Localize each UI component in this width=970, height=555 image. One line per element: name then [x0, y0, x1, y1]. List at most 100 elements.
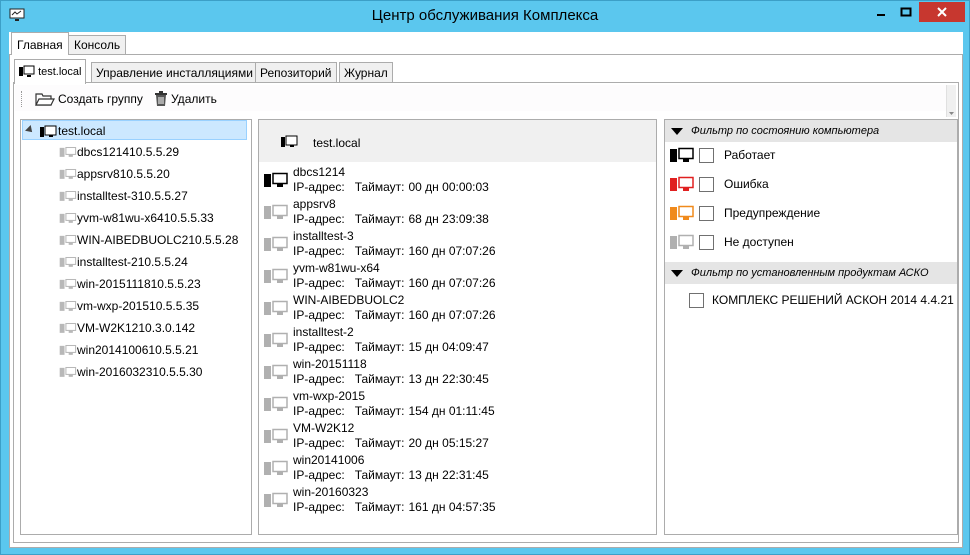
computer-icon [670, 205, 694, 220]
list-item[interactable]: appsrv8 IP-адрес: Таймаут: 68 дн 23:09:38 [259, 196, 656, 228]
tree-item-label: win-2015111810.5.5.23 [77, 277, 201, 291]
scroll-down-icon [949, 112, 954, 115]
list-item[interactable]: win-20151118 IP-адрес: Таймаут: 13 дн 22:30… [259, 356, 656, 388]
computer-name: yvm-w81wu-x64 [293, 261, 380, 275]
minimize-icon [877, 14, 885, 16]
timeout-value: 68 дн 23:09:38 [408, 212, 489, 226]
computer-icon [59, 256, 77, 267]
computer-details: IP-адрес: Таймаут: 68 дн 23:09:38 [293, 212, 489, 226]
tab-main[interactable]: Главная [11, 32, 69, 55]
tree-item-label: vm-wxp-201510.5.5.35 [77, 299, 200, 313]
close-button[interactable] [919, 2, 965, 22]
ip-label: IP-адрес: [293, 340, 345, 354]
timeout-label: Таймаут: [354, 404, 405, 418]
timeout-value: 161 дн 04:57:35 [408, 500, 496, 514]
state-filter-label: Не доступен [724, 235, 794, 249]
timeout-value: 15 дн 04:09:47 [408, 340, 489, 354]
list-item[interactable]: vm-wxp-2015 IP-адрес: Таймаут: 154 дн 01:11… [259, 388, 656, 420]
computer-name: vm-wxp-2015 [293, 389, 366, 403]
computer-icon [59, 322, 77, 333]
trash-icon [155, 91, 167, 106]
tab-console-label: Консоль [74, 38, 121, 52]
list-item[interactable]: installtest-2 IP-адрес: Таймаут: 15 дн 04:0… [259, 324, 656, 356]
timeout-label: Таймаут: [354, 436, 405, 450]
product-filter-label: КОМПЛЕКС РЕШЕНИЙ АСКОН 2014 4.4.21 [712, 293, 954, 307]
group-tree[interactable]: test.local dbcs121410.5.5.29 appsrv810.5.… [20, 119, 252, 535]
tree-item[interactable]: win-2015111810.5.5.23 [59, 274, 201, 294]
tree-item[interactable]: VM-W2K1210.3.0.142 [59, 318, 195, 338]
title-bar[interactable]: Центр обслуживания Комплекса [1, 1, 969, 32]
computer-details: IP-адрес: Таймаут: 154 дн 01:11:45 [293, 404, 495, 418]
list-item[interactable]: win20141006 IP-адрес: Таймаут: 13 дн 22:31:… [259, 452, 656, 484]
toolbar-scrollbar[interactable] [946, 85, 956, 117]
tab-journal[interactable]: Журнал [339, 62, 393, 83]
delete-button[interactable]: Удалить [154, 89, 217, 109]
computer-details: IP-адрес: Таймаут: 15 дн 04:09:47 [293, 340, 489, 354]
product-filter-header[interactable]: Фильтр по установленным продуктам АСКО [665, 262, 957, 284]
tree-expand-arrow-icon[interactable] [25, 125, 35, 135]
tree-item[interactable]: win2014100610.5.5.21 [59, 340, 198, 360]
timeout-value: 160 дн 07:07:26 [408, 308, 496, 322]
tree-item-label: installtest-210.5.5.24 [77, 255, 188, 269]
state-filter-checkbox[interactable] [699, 205, 714, 221]
list-header-label: test.local [313, 136, 361, 150]
tree-item[interactable]: installtest-310.5.5.27 [59, 186, 188, 206]
state-filter-checkbox[interactable] [699, 234, 714, 250]
state-filter-checkbox[interactable] [699, 176, 714, 192]
tree-item[interactable]: dbcs121410.5.5.29 [59, 142, 179, 162]
list-item[interactable]: win-20160323 IP-адрес: Таймаут: 161 дн 04:5… [259, 484, 656, 516]
sub-tab-strip: test.local Управление инсталляциями Репо… [14, 59, 954, 84]
toolbar-grip[interactable] [21, 91, 24, 107]
window-title: Центр обслуживания Комплекса [371, 7, 599, 24]
product-filter-checkbox[interactable] [689, 292, 704, 308]
timeout-label: Таймаут: [354, 308, 405, 322]
ip-label: IP-адрес: [293, 276, 345, 290]
computer-list[interactable]: test.local dbcs1214 IP-адрес: Таймаут: 00 д… [258, 119, 657, 535]
maximize-icon [900, 7, 912, 17]
computer-status-icon [263, 492, 289, 511]
tab-main-label: Главная [17, 38, 63, 52]
tree-item[interactable]: vm-wxp-201510.5.5.35 [59, 296, 199, 316]
maximize-button[interactable] [894, 2, 918, 22]
tree-root-item[interactable]: test.local [22, 120, 247, 140]
minimize-button[interactable] [869, 2, 893, 22]
client-area: Главная Консоль test.local Управление ин… [9, 32, 963, 548]
tree-item[interactable]: WIN-AIBEDBUOLC210.5.5.28 [59, 230, 238, 250]
computer-icon [59, 278, 77, 289]
computer-icon [59, 146, 77, 157]
tree-item[interactable]: yvm-w81wu-x6410.5.5.33 [59, 208, 214, 228]
list-item[interactable]: installtest-3 IP-адрес: Таймаут: 160 дн 07:… [259, 228, 656, 260]
ip-label: IP-адрес: [293, 436, 345, 450]
state-filter-row: Предупреждение [669, 201, 820, 225]
list-header: test.local [259, 120, 656, 162]
tree-item[interactable]: appsrv810.5.5.20 [59, 164, 170, 184]
create-group-button[interactable]: Создать группу [35, 89, 143, 109]
tree-item[interactable]: win-2016032310.5.5.30 [59, 362, 202, 382]
tab-test-local-label: test.local [38, 66, 82, 78]
tab-test-local[interactable]: test.local [14, 59, 87, 84]
computer-status-icon [263, 300, 289, 319]
state-filter-header[interactable]: Фильтр по состоянию компьютера [665, 120, 957, 142]
state-filter-checkbox[interactable] [699, 147, 714, 163]
list-item[interactable]: dbcs1214 IP-адрес: Таймаут: 00 дн 00:00:03 [259, 164, 656, 196]
timeout-label: Таймаут: [354, 244, 405, 258]
ip-label: IP-адрес: [293, 308, 345, 322]
tree-item[interactable]: installtest-210.5.5.24 [59, 252, 188, 272]
list-item[interactable]: VM-W2K12 IP-адрес: Таймаут: 20 дн 05:15:27 [259, 420, 656, 452]
product-filter-title: Фильтр по установленным продуктам АСКО [691, 267, 929, 279]
computer-icon [264, 332, 288, 347]
list-item[interactable]: WIN-AIBEDBUOLC2 IP-адрес: Таймаут: 160 дн 0… [259, 292, 656, 324]
product-filter-row: КОМПЛЕКС РЕШЕНИЙ АСКОН 2014 4.4.21 [689, 288, 954, 312]
computer-details: IP-адрес: Таймаут: 161 дн 04:57:35 [293, 500, 496, 514]
close-icon [937, 7, 947, 17]
timeout-value: 20 дн 05:15:27 [408, 436, 489, 450]
tab-install-management[interactable]: Управление инсталляциями [91, 62, 258, 83]
main-tab-content: test.local Управление инсталляциями Репо… [9, 54, 963, 548]
tab-console[interactable]: Консоль [68, 35, 127, 54]
folder-open-icon [35, 93, 55, 106]
computer-icon [264, 236, 288, 251]
state-filter-label: Работает [724, 148, 776, 162]
list-item[interactable]: yvm-w81wu-x64 IP-адрес: Таймаут: 160 дн 07:… [259, 260, 656, 292]
tree-item-label: WIN-AIBEDBUOLC210.5.5.28 [77, 233, 239, 247]
tab-repository[interactable]: Репозиторий [255, 62, 337, 83]
